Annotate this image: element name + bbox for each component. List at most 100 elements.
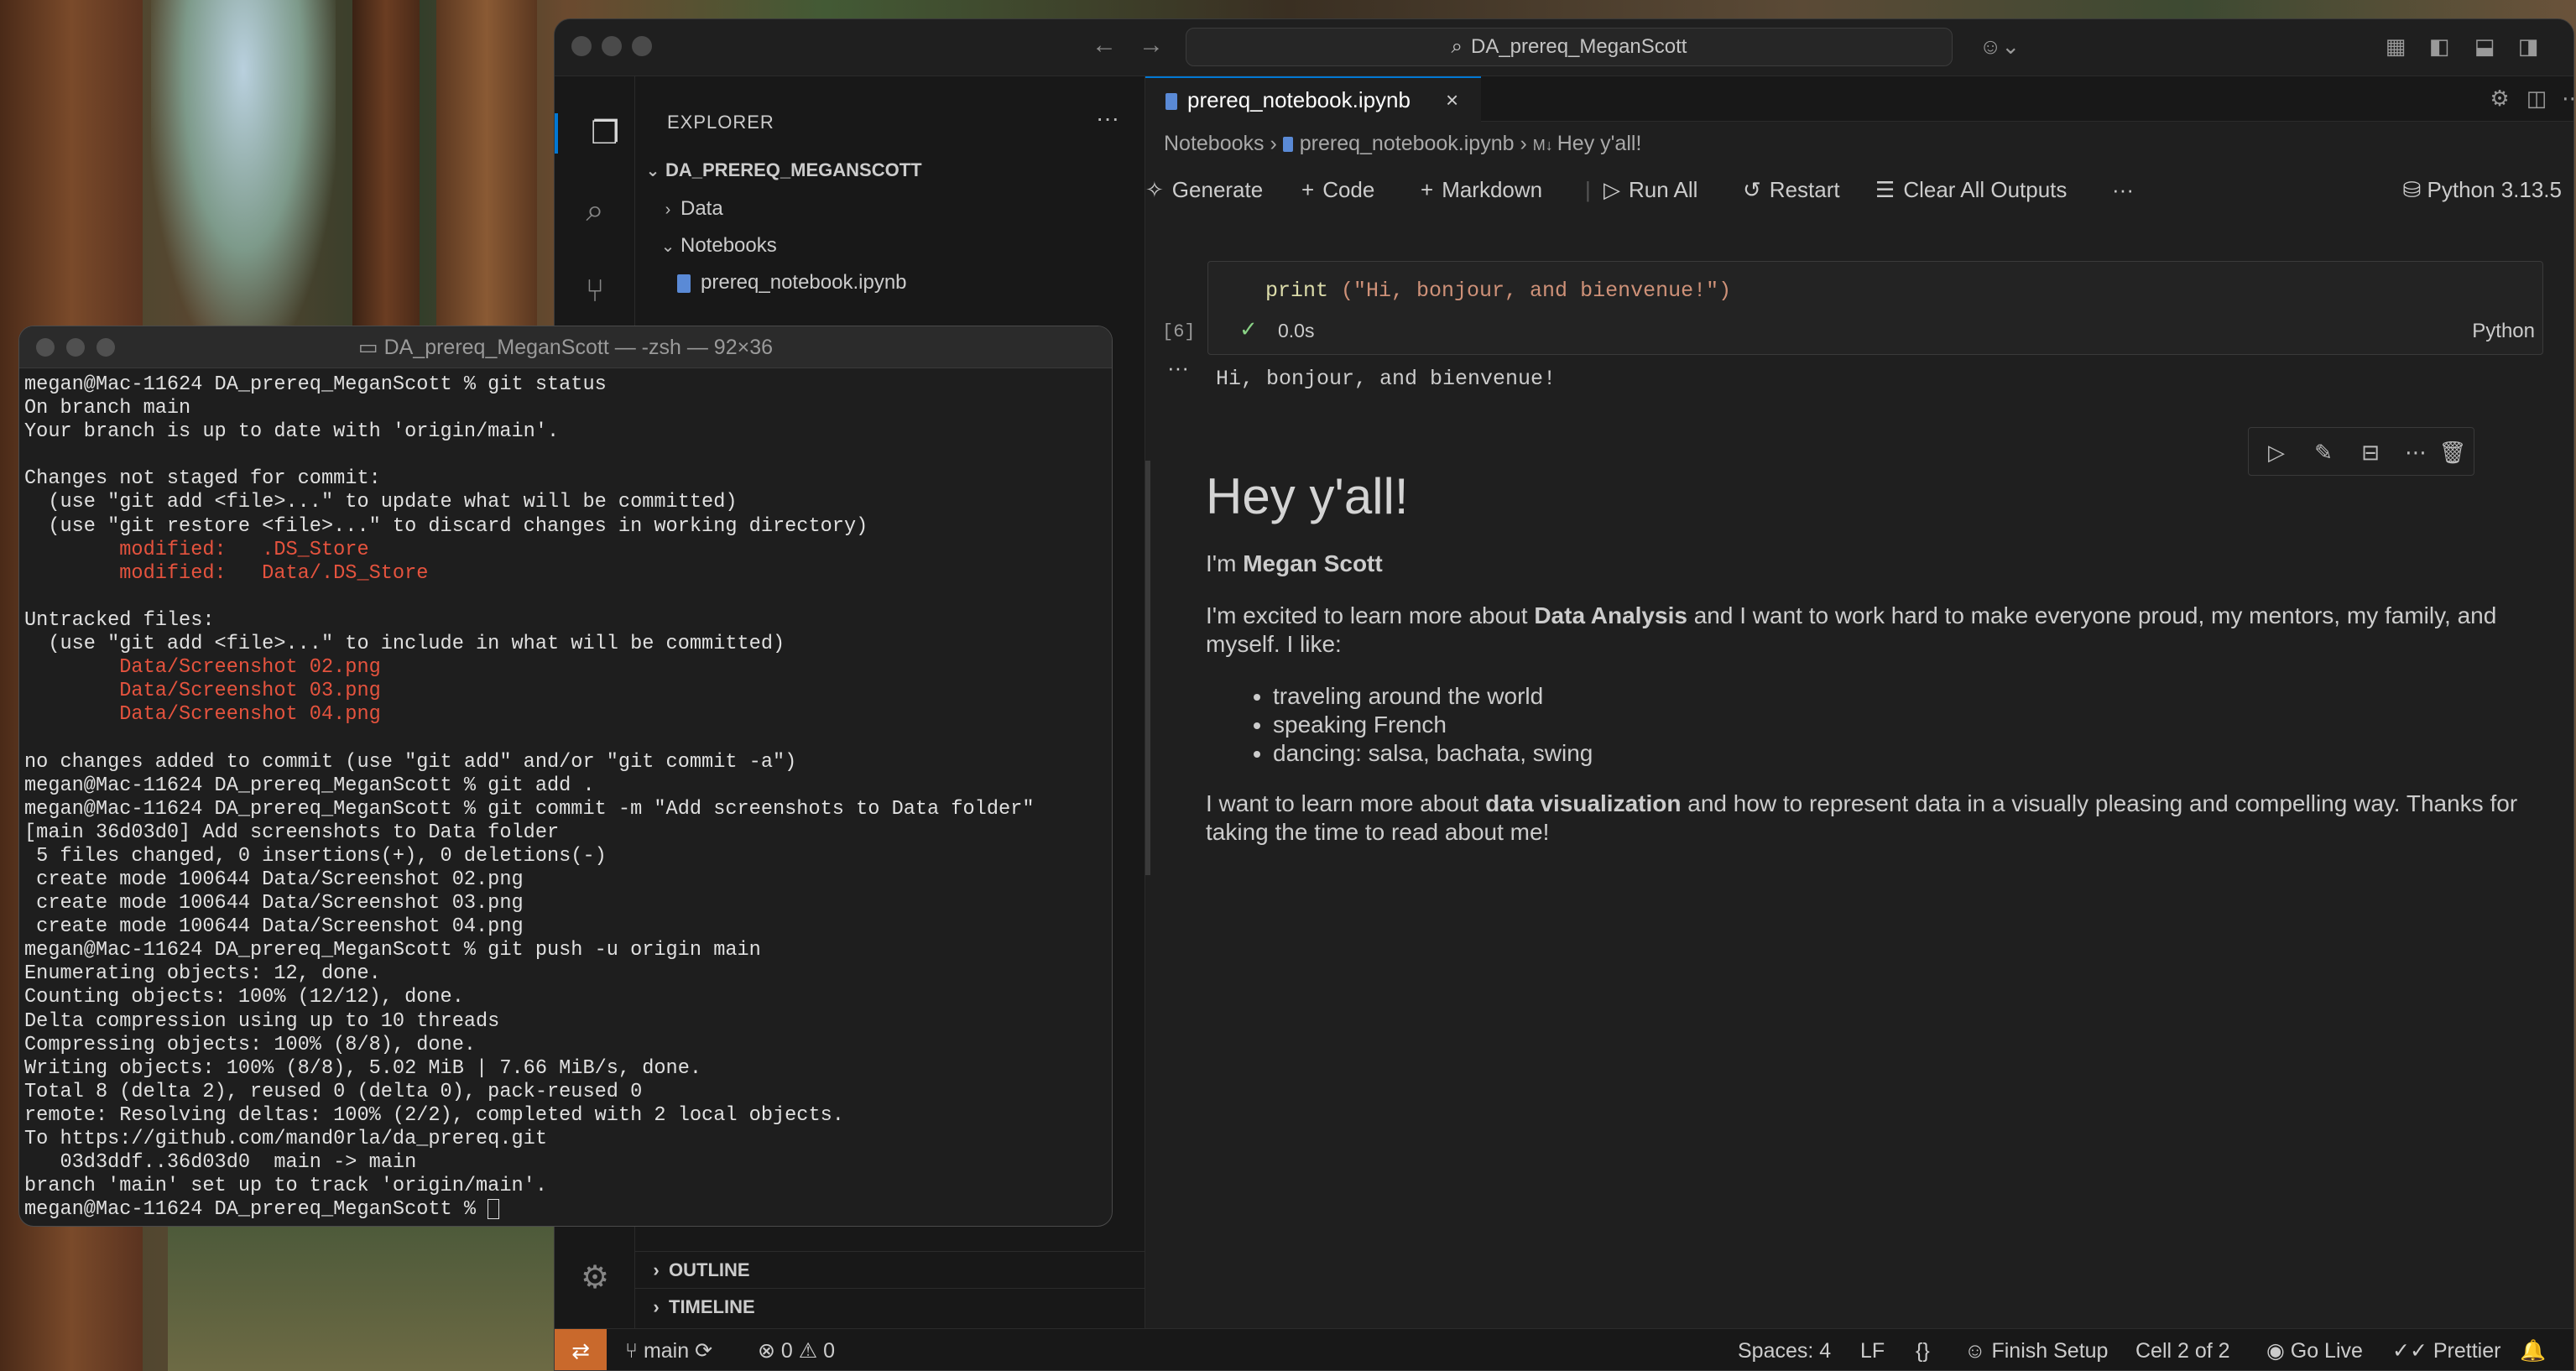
clear-all-icon: ☰: [1875, 177, 1895, 202]
close-window-button[interactable]: [571, 36, 592, 56]
customize-layout-icon[interactable]: ▦: [2382, 33, 2409, 60]
add-markdown-cell-button[interactable]: + Markdown: [1421, 169, 1542, 211]
settings-gear-icon[interactable]: ⚙: [575, 1258, 615, 1298]
tree-item-notebooks-folder[interactable]: ⌄ Notebooks: [635, 227, 1145, 264]
explorer-root-folder[interactable]: ⌄ DA_PREREQ_MEGANSCOTT: [635, 152, 1145, 189]
language-mode-indicator[interactable]: {}: [1916, 1329, 1930, 1370]
output-menu-icon[interactable]: ···: [1167, 355, 1189, 381]
success-check-icon: ✓: [1239, 316, 1258, 341]
toggle-secondary-sidebar-icon[interactable]: ◨: [2515, 33, 2542, 60]
cell-language-picker[interactable]: Python: [2472, 320, 2535, 343]
terminal-line: Total 8 (delta 2), reused 0 (delta 0), p…: [24, 1080, 643, 1103]
terminal-line: Data/Screenshot 04.png: [24, 703, 381, 727]
forward-arrow-icon[interactable]: →: [1139, 31, 1164, 60]
zoom-window-button[interactable]: [632, 36, 652, 56]
terminal-line: 5 files changed, 0 insertions(+), 0 dele…: [24, 844, 607, 868]
prettier-button[interactable]: ✓✓ Prettier: [2392, 1329, 2500, 1370]
toolbar-divider: |: [1585, 177, 1591, 202]
search-icon: ⌕: [1451, 35, 1463, 58]
add-code-cell-button[interactable]: + Code: [1301, 169, 1374, 211]
likes-list: traveling around the world speaking Fren…: [1273, 682, 2548, 768]
timeline-section[interactable]: › TIMELINE: [635, 1288, 1145, 1325]
code-line[interactable]: print ("Hi, bonjour, and bienvenue!"): [1265, 279, 1731, 303]
restart-button[interactable]: ↺ Restart: [1743, 169, 1840, 211]
terminal-line: no changes added to commit (use "git add…: [24, 750, 797, 774]
terminal-line: Data/Screenshot 02.png: [24, 656, 381, 680]
terminal-line: Data/Screenshot 03.png: [24, 680, 381, 703]
more-actions-icon[interactable]: ⋯: [2400, 436, 2432, 468]
close-icon[interactable]: ×: [1446, 78, 1458, 122]
kernel-picker[interactable]: ⛁ Python 3.13.5: [2403, 169, 2562, 211]
terminal-line: Changes not staged for commit:: [24, 467, 381, 491]
tree-item-notebook-file[interactable]: prereq_notebook.ipynb: [635, 264, 1145, 301]
indentation-indicator[interactable]: Spaces: 4: [1738, 1329, 1831, 1370]
outline-section[interactable]: › OUTLINE: [635, 1251, 1145, 1288]
minimize-window-button[interactable]: [66, 338, 85, 357]
code-cell[interactable]: print ("Hi, bonjour, and bienvenue!"): [1207, 261, 2543, 355]
focused-cell-indicator: [1145, 461, 1150, 875]
sync-icon: ⟳: [689, 1339, 713, 1363]
terminal-line: megan@Mac-11624 DA_prereq_MeganScott %: [24, 1198, 1107, 1222]
chevron-right-icon: ›: [1270, 132, 1283, 155]
terminal-line: (use "git add <file>..." to include in w…: [24, 633, 785, 656]
explorer-files-icon[interactable]: ❐: [555, 113, 635, 154]
breadcrumb-file[interactable]: prereq_notebook.ipynb: [1300, 132, 1515, 155]
terminal-output[interactable]: megan@Mac-11624 DA_prereq_MeganScott % g…: [24, 373, 1107, 1222]
markdown-paragraph-2: I'm excited to learn more about Data Ana…: [1206, 602, 2497, 657]
source-control-icon[interactable]: ⑂: [575, 271, 615, 311]
breadcrumb-notebooks[interactable]: Notebooks: [1164, 132, 1265, 155]
copilot-icon[interactable]: ☺⌄: [1974, 33, 2025, 60]
toggle-panel-icon[interactable]: ⬓: [2471, 33, 2498, 60]
close-window-button[interactable]: [36, 338, 55, 357]
delete-trash-icon[interactable]: 🗑: [2437, 436, 2469, 468]
clear-all-outputs-button[interactable]: ☰ Clear All Outputs: [1875, 169, 2067, 211]
branch-icon: ⑂: [625, 1339, 644, 1363]
execution-time: 0.0s: [1278, 320, 1315, 341]
chevron-down-icon: ⌄: [660, 237, 675, 256]
terminal-line: megan@Mac-11624 DA_prereq_MeganScott % g…: [24, 797, 1035, 821]
terminal-line: modified: .DS_Store: [24, 538, 369, 561]
remote-indicator-icon[interactable]: ⇄: [555, 1329, 607, 1370]
terminal-line: modified: Data/.DS_Store: [24, 561, 429, 585]
terminal-line: create mode 100644 Data/Screenshot 04.pn…: [24, 915, 524, 939]
command-center-search[interactable]: ⌕ DA_prereq_MeganScott: [1186, 28, 1953, 66]
plus-icon: +: [1301, 177, 1315, 202]
run-all-button[interactable]: ▷ Run All: [1603, 169, 1697, 211]
breadcrumb-heading[interactable]: Hey y'all!: [1557, 132, 1642, 155]
edit-pencil-icon[interactable]: ✎: [2307, 436, 2339, 468]
terminal-line: remote: Resolving deltas: 100% (2/2), co…: [24, 1103, 844, 1127]
broadcast-icon: ◉: [2266, 1339, 2291, 1363]
problems-indicator[interactable]: ⊗ 0 ⚠ 0: [758, 1329, 835, 1370]
minimize-window-button[interactable]: [602, 36, 622, 56]
split-editor-icon[interactable]: ◫: [2523, 85, 2550, 112]
eol-indicator[interactable]: LF: [1860, 1329, 1885, 1370]
terminal-line: Enumerating objects: 12, done.: [24, 962, 381, 986]
notifications-bell-icon[interactable]: 🔔: [2520, 1329, 2546, 1370]
finish-setup-button[interactable]: ☺ Finish Setup: [1964, 1329, 2108, 1370]
list-item: dancing: salsa, bachata, swing: [1273, 739, 2548, 768]
terminal-line: Writing objects: 100% (8/8), 5.02 MiB | …: [24, 1056, 702, 1080]
tab-prereq-notebook[interactable]: prereq_notebook.ipynb ×: [1145, 76, 1481, 122]
zoom-window-button[interactable]: [96, 338, 115, 357]
back-arrow-icon[interactable]: ←: [1092, 31, 1117, 60]
run-cell-icon[interactable]: ▷: [2261, 436, 2292, 468]
cell-indicator[interactable]: Cell 2 of 2: [2135, 1329, 2230, 1370]
more-actions-icon[interactable]: ···: [1096, 105, 1119, 132]
folder-icon: ▭: [357, 336, 384, 359]
tree-item-data-folder[interactable]: › Data: [635, 190, 1145, 227]
markdown-cell[interactable]: Hey y'all! I'm Megan Scott I'm excited t…: [1206, 467, 2548, 870]
toggle-primary-sidebar-icon[interactable]: ◧: [2426, 33, 2453, 60]
search-icon[interactable]: ⌕: [575, 190, 615, 231]
branch-indicator[interactable]: ⑂ main ⟳: [625, 1329, 713, 1370]
execution-count: [6]: [1162, 321, 1196, 342]
copilot-icon: ☺: [1964, 1339, 1992, 1363]
go-live-button[interactable]: ◉ Go Live: [2266, 1329, 2363, 1370]
terminal-line: 03d3ddf..36d03d0 main -> main: [24, 1151, 417, 1175]
split-cell-icon[interactable]: ⊟: [2354, 436, 2386, 468]
generate-button[interactable]: ✧ Generate: [1145, 169, 1263, 211]
more-actions-icon[interactable]: ···: [2112, 169, 2134, 211]
more-actions-icon[interactable]: ⋯: [2562, 85, 2573, 112]
chevron-right-icon: ›: [653, 1259, 660, 1280]
gear-icon[interactable]: ⚙: [2486, 85, 2513, 112]
